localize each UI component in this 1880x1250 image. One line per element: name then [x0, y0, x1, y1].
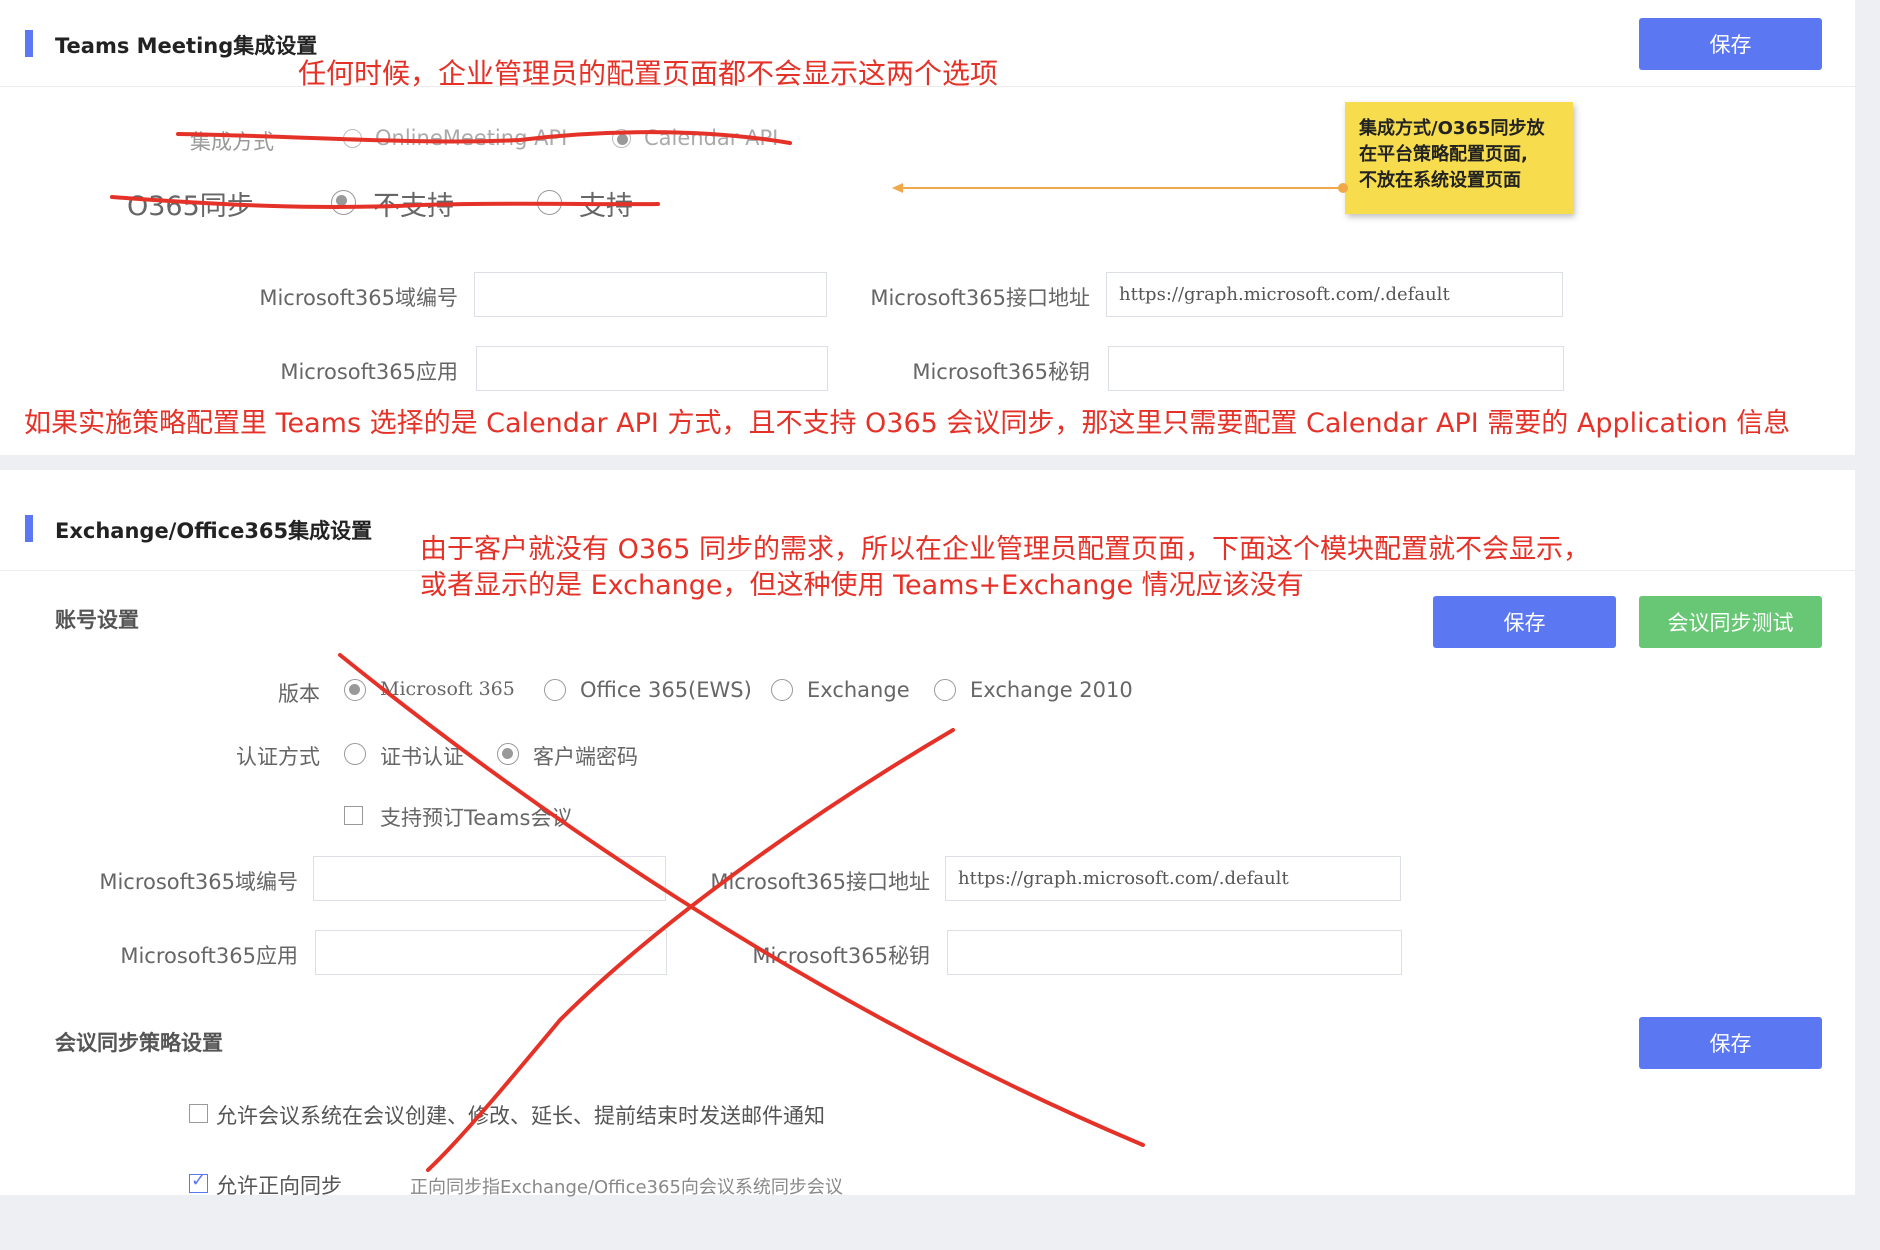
- auth-label: 认证方式: [236, 745, 320, 769]
- teams-booking-label: 支持预订Teams会议: [380, 806, 573, 830]
- sticky-note-line-2: 在平台策略配置页面,: [1359, 144, 1528, 165]
- sticky-note-line-3: 不放在系统设置页面: [1359, 170, 1521, 191]
- integration-mode-label: 集成方式: [190, 130, 274, 154]
- teams-app-input[interactable]: [476, 346, 828, 391]
- sticky-note-line-1: 集成方式/O365同步放: [1359, 118, 1545, 139]
- forward-sync-hint: 正向同步指Exchange/Office365向会议系统同步会议: [410, 1177, 843, 1198]
- sync-policy-label: 会议同步策略设置: [55, 1031, 223, 1055]
- email-notify-checkbox[interactable]: [189, 1104, 208, 1123]
- teams-secret-input[interactable]: [1108, 346, 1564, 391]
- annotation-calendar-note: 如果实施策略配置里 Teams 选择的是 Calendar API 方式，且不支…: [24, 408, 1791, 439]
- sticky-note: 集成方式/O365同步放 在平台策略配置页面, 不放在系统设置页面: [1345, 102, 1573, 214]
- option-version-exchange: Exchange: [807, 678, 910, 702]
- exchange-save-button[interactable]: 保存: [1433, 596, 1616, 648]
- teams-booking-checkbox[interactable]: [344, 806, 363, 825]
- radio-version-exchange2010[interactable]: [934, 679, 956, 701]
- option-version-m365: Microsoft 365: [380, 678, 515, 700]
- radio-o365-not-supported[interactable]: [331, 190, 356, 215]
- exchange-secret-label: Microsoft365秘钥: [752, 944, 930, 968]
- teams-endpoint-label: Microsoft365接口地址: [870, 286, 1090, 310]
- teams-domain-label: Microsoft365域编号: [259, 286, 458, 310]
- teams-save-button[interactable]: 保存: [1639, 18, 1822, 70]
- option-auth-certificate: 证书认证: [380, 745, 464, 769]
- annotation-exchange-note-2: 或者显示的是 Exchange，但这种使用 Teams+Exchange 情况应…: [420, 570, 1304, 601]
- account-settings-label: 账号设置: [55, 608, 139, 632]
- radio-version-exchange[interactable]: [771, 679, 793, 701]
- teams-endpoint-input[interactable]: https://graph.microsoft.com/.default: [1106, 272, 1563, 317]
- option-onlinemeeting-api: OnlineMeeting API: [375, 126, 568, 150]
- email-notify-label: 允许会议系统在会议创建、修改、延长、提前结束时发送邮件通知: [216, 1104, 825, 1128]
- section-marker: [25, 515, 33, 542]
- exchange-domain-label: Microsoft365域编号: [99, 870, 298, 894]
- radio-version-m365[interactable]: [344, 679, 366, 701]
- radio-version-ews[interactable]: [544, 679, 566, 701]
- policy-save-button[interactable]: 保存: [1639, 1017, 1822, 1069]
- radio-auth-certificate[interactable]: [344, 743, 366, 765]
- section-marker: [25, 30, 33, 57]
- option-calendar-api: Calendar API: [644, 126, 779, 150]
- exchange-endpoint-label: Microsoft365接口地址: [710, 870, 930, 894]
- exchange-app-input[interactable]: [315, 930, 667, 975]
- exchange-endpoint-input[interactable]: https://graph.microsoft.com/.default: [945, 856, 1401, 901]
- radio-auth-client-secret[interactable]: [497, 743, 519, 765]
- option-version-exchange2010: Exchange 2010: [970, 678, 1133, 702]
- forward-sync-checkbox[interactable]: [189, 1170, 208, 1193]
- teams-app-label: Microsoft365应用: [280, 360, 458, 384]
- sync-test-button[interactable]: 会议同步测试: [1639, 596, 1822, 648]
- teams-domain-input[interactable]: [474, 272, 827, 317]
- exchange-secret-input[interactable]: [947, 930, 1402, 975]
- option-auth-client-secret: 客户端密码: [533, 745, 638, 769]
- radio-o365-supported[interactable]: [537, 190, 562, 215]
- teams-secret-label: Microsoft365秘钥: [912, 360, 1090, 384]
- exchange-domain-input[interactable]: [313, 856, 666, 901]
- o365-sync-label: O365同步: [127, 191, 254, 222]
- forward-sync-label: 允许正向同步: [216, 1174, 342, 1198]
- option-o365-not-supported: 不支持: [373, 191, 454, 222]
- annotation-exchange-note-1: 由于客户就没有 O365 同步的需求，所以在企业管理员配置页面，下面这个模块配置…: [420, 534, 1590, 565]
- teams-section-title: Teams Meeting集成设置: [55, 34, 318, 58]
- annotation-top-note: 任何时候，企业管理员的配置页面都不会显示这两个选项: [298, 57, 999, 90]
- radio-calendar-api[interactable]: [612, 129, 631, 148]
- exchange-app-label: Microsoft365应用: [120, 944, 298, 968]
- option-o365-supported: 支持: [579, 191, 633, 222]
- exchange-section-title: Exchange/Office365集成设置: [55, 519, 373, 543]
- radio-onlinemeeting-api[interactable]: [343, 129, 362, 148]
- option-version-ews: Office 365(EWS): [580, 678, 752, 702]
- version-label: 版本: [278, 682, 320, 706]
